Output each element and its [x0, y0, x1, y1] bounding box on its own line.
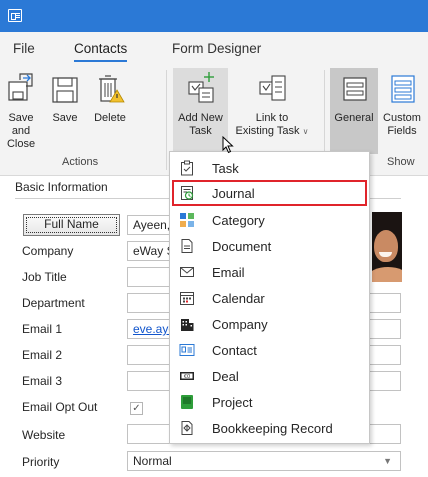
department-input-tail[interactable]: [368, 293, 401, 313]
chevron-down-icon: ∨: [302, 127, 309, 136]
email-3-input-tail[interactable]: [368, 371, 401, 391]
link-task-icon: [259, 75, 286, 101]
website-label: Website: [22, 428, 66, 442]
menu-item-label: Deal: [212, 369, 239, 384]
custom-fields-label: Custom Fields: [383, 112, 421, 137]
menu-item-bookkeeping-record[interactable]: Bookkeeping Record: [172, 415, 367, 441]
link-existing-task-text: Link to Existing Task: [235, 112, 300, 137]
menu-item-contact[interactable]: Contact: [172, 337, 367, 363]
link-existing-task-label: Link to Existing Task ∨: [232, 112, 312, 138]
tab-contacts[interactable]: Contacts: [74, 41, 128, 62]
link-existing-task-button[interactable]: Link to Existing Task ∨: [232, 68, 312, 154]
svg-text:€0: €0: [184, 374, 190, 380]
menu-item-label: Journal: [212, 186, 255, 201]
tab-form-designer[interactable]: Form Designer: [172, 41, 261, 56]
envelope-icon: [180, 267, 194, 277]
email-1-input[interactable]: eve.aye: [127, 319, 175, 339]
menu-item-label: Document: [212, 239, 272, 254]
menu-item-journal[interactable]: Journal: [172, 180, 367, 206]
group-label-show: Show: [387, 156, 415, 168]
job-title-input[interactable]: [127, 267, 175, 287]
priority-value: Normal: [133, 454, 172, 468]
menu-item-label: Email: [212, 265, 245, 280]
priority-label: Priority: [22, 455, 60, 469]
email-opt-out-label: Email Opt Out: [22, 400, 98, 414]
menu-item-category[interactable]: Category: [172, 207, 367, 233]
mouse-cursor-icon: [222, 136, 234, 154]
menu-item-label: Project: [212, 395, 253, 410]
menu-item-label: Category: [212, 213, 265, 228]
contact-card-icon: [179, 344, 195, 356]
email-3-label: Email 3: [22, 374, 63, 388]
email-2-input-tail[interactable]: [368, 345, 401, 365]
menu-item-label: Task: [212, 161, 239, 176]
section-title: Basic Information: [15, 180, 108, 194]
menu-item-label: Contact: [212, 343, 257, 358]
add-new-task-label: Add New Task: [178, 112, 223, 137]
clipboard-icon: [181, 160, 193, 176]
save-label: Save: [52, 112, 78, 124]
category-icon: [180, 213, 194, 227]
full-name-input[interactable]: Ayeen,: [127, 215, 175, 235]
save-close-icon: [8, 73, 33, 101]
save-icon: [52, 77, 78, 103]
photo-face: [374, 230, 398, 262]
menu-item-label: Company: [212, 317, 268, 332]
document-icon: [181, 239, 193, 253]
company-input[interactable]: eWay S: [127, 241, 175, 261]
email-1-input-tail[interactable]: [368, 319, 401, 339]
contact-card-icon: [8, 9, 22, 22]
menu-item-calendar[interactable]: Calendar: [172, 285, 367, 311]
delete-label: Delete: [94, 112, 126, 124]
menu-item-label: Bookkeeping Record: [212, 421, 333, 436]
tab-file[interactable]: File: [13, 41, 35, 56]
email-1-label: Email 1: [22, 322, 63, 336]
email-2-input[interactable]: [127, 345, 175, 365]
project-icon: [181, 395, 193, 409]
menu-item-email[interactable]: Email: [172, 259, 367, 285]
group-separator: [166, 70, 167, 170]
contact-photo[interactable]: [372, 212, 402, 282]
calendar-icon: [180, 292, 194, 305]
journal-icon: [181, 186, 194, 200]
add-task-icon: [187, 72, 214, 103]
building-icon: [181, 319, 194, 331]
job-title-label: Job Title: [22, 270, 67, 284]
group-label-actions: Actions: [62, 156, 99, 168]
general-label: General: [334, 112, 374, 124]
add-new-task-menu: Task Journal Category Document Email Cal…: [169, 151, 370, 444]
email-opt-out-checkbox[interactable]: ✓: [130, 402, 143, 415]
menu-item-company[interactable]: Company: [172, 311, 367, 337]
full-name-button[interactable]: Full Name: [23, 214, 120, 236]
general-view-button[interactable]: General: [330, 68, 378, 154]
department-label: Department: [22, 296, 85, 310]
add-new-task-button[interactable]: Add New Task: [173, 68, 228, 154]
email-3-input[interactable]: [127, 371, 175, 391]
save-and-close-button[interactable]: Save and Close: [0, 68, 42, 154]
menu-bar: File Contacts Form Designer: [0, 32, 428, 64]
menu-item-label: Calendar: [212, 291, 265, 306]
trash-warning-icon: [99, 75, 125, 103]
priority-select[interactable]: Normal ▼: [127, 451, 401, 471]
deal-icon: €0: [180, 372, 194, 380]
title-bar: [0, 0, 428, 32]
custom-fields-icon: [391, 75, 415, 103]
menu-item-document[interactable]: Document: [172, 233, 367, 259]
save-button[interactable]: Save: [44, 68, 86, 154]
save-and-close-label: Save and Close: [6, 112, 36, 150]
email-2-label: Email 2: [22, 348, 63, 362]
photo-shoulder: [372, 267, 402, 282]
company-label: Company: [22, 244, 74, 258]
chevron-down-icon: ▼: [383, 456, 392, 466]
bookkeeping-icon: [181, 421, 193, 435]
menu-item-project[interactable]: Project: [172, 389, 367, 415]
general-form-icon: [343, 77, 367, 101]
custom-fields-button[interactable]: Custom Fields: [380, 68, 424, 154]
department-input[interactable]: [127, 293, 175, 313]
delete-button[interactable]: Delete: [88, 68, 132, 154]
menu-item-task[interactable]: Task: [172, 155, 367, 181]
menu-item-deal[interactable]: €0 Deal: [172, 363, 367, 389]
